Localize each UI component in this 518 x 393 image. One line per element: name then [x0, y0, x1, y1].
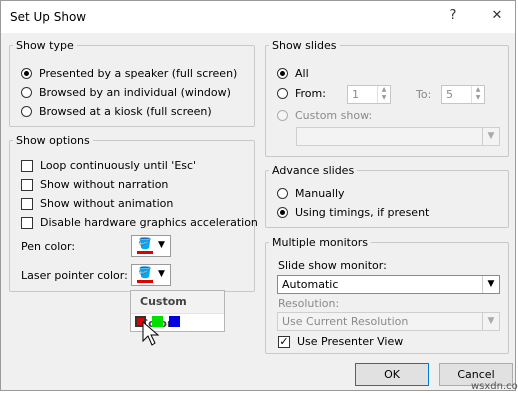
- to-value: 5: [446, 88, 453, 101]
- radio-label: Custom show:: [295, 109, 373, 122]
- radio-custom-show[interactable]: Custom show:: [277, 107, 372, 124]
- show-slides-legend: Show slides: [272, 39, 337, 52]
- radio-browsed-at-kiosk[interactable]: Browsed at a kiosk (full screen): [21, 103, 212, 120]
- checkbox-label: Loop continuously until 'Esc': [40, 159, 197, 172]
- checkbox-without-animation[interactable]: Show without animation: [21, 195, 173, 212]
- monitor-value: Automatic: [282, 278, 339, 291]
- help-button[interactable]: ?: [441, 5, 465, 27]
- radio-label: Manually: [295, 187, 345, 200]
- spinner-arrows-icon: ▲ ▼: [471, 86, 484, 103]
- checkbox-label: Show without narration: [40, 178, 169, 191]
- laser-color-button[interactable]: 🪣 ▼: [131, 264, 171, 286]
- radio-label: Presented by a speaker (full screen): [39, 67, 238, 80]
- pen-color-label: Pen color:: [21, 240, 76, 253]
- radio-icon: [277, 188, 288, 199]
- radio-icon: [277, 68, 288, 79]
- custom-show-select[interactable]: ▼: [296, 127, 500, 146]
- checkbox-label: Show without animation: [40, 197, 174, 210]
- to-label: To:: [416, 88, 432, 101]
- checkbox-disable-hw-acceleration[interactable]: Disable hardware graphics acceleration: [21, 214, 258, 231]
- radio-label: All: [295, 67, 309, 80]
- slide-show-monitor-label: Slide show monitor:: [278, 259, 387, 272]
- show-type-legend: Show type: [16, 39, 74, 52]
- radio-from-slide[interactable]: From:: [277, 85, 326, 102]
- pen-color-indicator: [137, 251, 153, 254]
- chevron-down-icon: ▼: [482, 276, 499, 293]
- title-bar: Set Up Show ? ✕: [1, 1, 515, 33]
- show-options-legend: Show options: [16, 134, 90, 147]
- watermark: wsxdn.com: [471, 381, 518, 392]
- checkbox-icon: [21, 216, 33, 229]
- radio-icon: [277, 207, 288, 218]
- checkbox-label: Disable hardware graphics acceleration: [40, 216, 258, 229]
- radio-icon: [21, 106, 32, 117]
- checkbox-without-narration[interactable]: Show without narration: [21, 176, 168, 193]
- spinner-arrows-icon: ▲ ▼: [377, 86, 390, 103]
- custom-colors-header: Custom Colors: [131, 291, 224, 330]
- pen-color-button[interactable]: 🪣 ▼: [131, 235, 171, 257]
- radio-all-slides[interactable]: All: [277, 65, 309, 82]
- paint-bucket-icon: 🪣: [138, 237, 152, 250]
- slide-show-monitor-select[interactable]: Automatic ▼: [277, 275, 500, 294]
- radio-using-timings[interactable]: Using timings, if present: [277, 204, 429, 221]
- swatch-blue[interactable]: [169, 316, 180, 327]
- radio-icon: [21, 68, 32, 79]
- chevron-down-icon: ▼: [158, 269, 165, 279]
- checkbox-icon: [21, 197, 33, 210]
- radio-label: Browsed at a kiosk (full screen): [39, 105, 212, 118]
- resolution-select[interactable]: Use Current Resolution ▼: [277, 312, 500, 331]
- checkmark-icon: ✓: [278, 334, 290, 348]
- radio-icon: [277, 88, 288, 99]
- laser-color-label: Laser pointer color:: [21, 269, 128, 282]
- radio-label: Using timings, if present: [295, 206, 430, 219]
- to-spinner[interactable]: 5 ▲ ▼: [441, 85, 485, 104]
- checkbox-presenter-view[interactable]: ✓ Use Presenter View: [278, 333, 403, 350]
- checkbox-label: Use Presenter View: [297, 335, 404, 348]
- multiple-monitors-legend: Multiple monitors: [272, 236, 368, 249]
- radio-label: Browsed by an individual (window): [39, 86, 231, 99]
- chevron-down-icon: ▼: [482, 128, 499, 145]
- from-value: 1: [352, 88, 359, 101]
- set-up-show-dialog: Set Up Show ? ✕ Show type Presented by a…: [0, 0, 516, 391]
- chevron-down-icon: ▼: [482, 313, 499, 330]
- resolution-value: Use Current Resolution: [282, 315, 409, 328]
- ok-button[interactable]: OK: [355, 363, 429, 386]
- radio-icon: [277, 110, 288, 121]
- advance-slides-legend: Advance slides: [272, 164, 355, 177]
- laser-color-indicator: [137, 280, 153, 283]
- checkbox-icon: [21, 159, 33, 172]
- radio-browsed-by-individual[interactable]: Browsed by an individual (window): [21, 84, 231, 101]
- from-spinner[interactable]: 1 ▲ ▼: [347, 85, 391, 104]
- checkbox-icon: [21, 178, 33, 191]
- mouse-cursor-icon: [142, 321, 160, 346]
- close-button[interactable]: ✕: [485, 5, 509, 27]
- resolution-label: Resolution:: [278, 297, 340, 310]
- dialog-title: Set Up Show: [10, 10, 87, 24]
- chevron-down-icon: ▼: [158, 240, 165, 250]
- radio-label: From:: [295, 87, 326, 100]
- paint-bucket-icon: 🪣: [138, 266, 152, 279]
- radio-icon: [21, 87, 32, 98]
- checkbox-loop-continuously[interactable]: Loop continuously until 'Esc': [21, 157, 196, 174]
- radio-presented-by-speaker[interactable]: Presented by a speaker (full screen): [21, 65, 237, 82]
- radio-manually[interactable]: Manually: [277, 185, 345, 202]
